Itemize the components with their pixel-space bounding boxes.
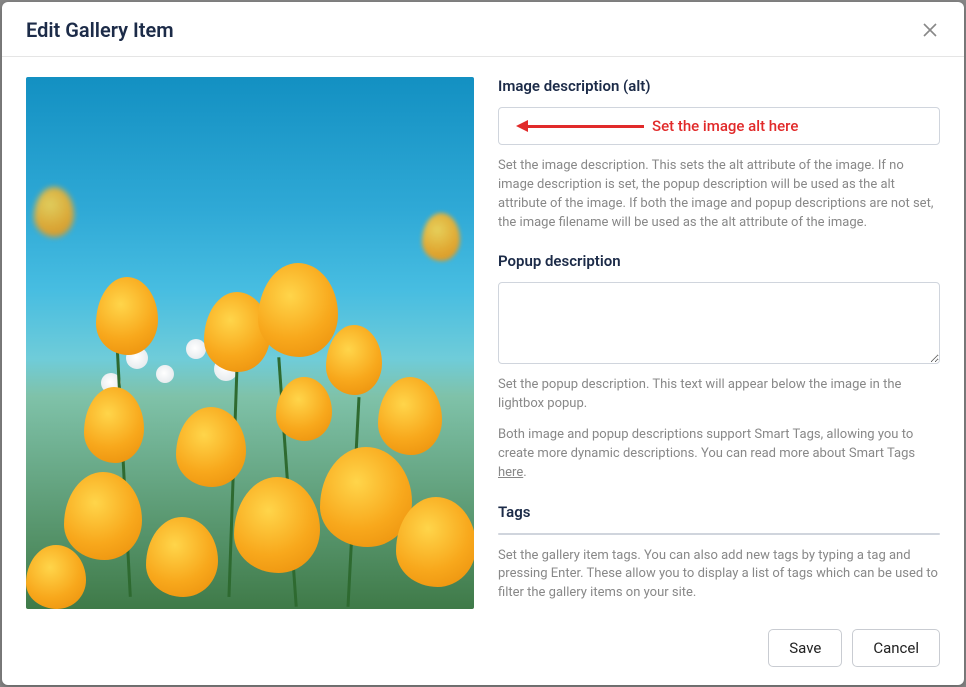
close-button[interactable] bbox=[920, 20, 940, 40]
modal-title: Edit Gallery Item bbox=[26, 18, 174, 42]
tags-help-text: Set the gallery item tags. You can also … bbox=[498, 547, 940, 604]
close-icon bbox=[922, 22, 938, 38]
smart-tags-link[interactable]: here bbox=[498, 465, 523, 480]
alt-input-wrapper: Set the image alt here bbox=[498, 107, 940, 145]
modal-footer: Save Cancel bbox=[2, 615, 964, 685]
smart-tags-help-text: Both image and popup descriptions suppor… bbox=[498, 426, 940, 483]
alt-help-text: Set the image description. This sets the… bbox=[498, 157, 940, 232]
tags-select[interactable] bbox=[498, 533, 940, 535]
alt-input[interactable] bbox=[498, 107, 940, 145]
tags-input[interactable] bbox=[499, 534, 895, 535]
alt-label: Image description (alt) bbox=[498, 77, 940, 95]
popup-help-text: Set the popup description. This text wil… bbox=[498, 376, 940, 414]
modal-header: Edit Gallery Item bbox=[2, 2, 964, 57]
form-column: Image description (alt) Set the image al… bbox=[498, 77, 940, 607]
edit-gallery-item-modal: Edit Gallery Item bbox=[2, 2, 964, 685]
tags-label: Tags bbox=[498, 503, 940, 521]
save-button[interactable]: Save bbox=[768, 629, 842, 667]
popup-label: Popup description bbox=[498, 252, 940, 270]
image-preview-column bbox=[26, 77, 474, 607]
popup-textarea[interactable] bbox=[498, 282, 940, 364]
image-preview bbox=[26, 77, 474, 609]
modal-body: Image description (alt) Set the image al… bbox=[2, 57, 964, 615]
chevron-down-icon bbox=[910, 533, 926, 535]
smart-tags-help-span: Both image and popup descriptions suppor… bbox=[498, 427, 915, 461]
cancel-button[interactable]: Cancel bbox=[852, 629, 940, 667]
